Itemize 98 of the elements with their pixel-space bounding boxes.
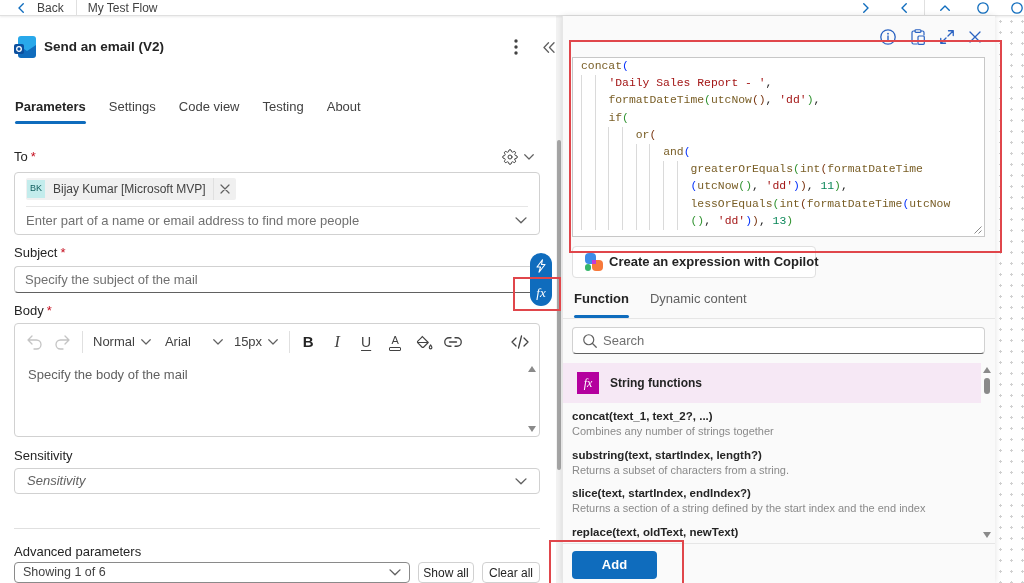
font-dropdown[interactable]: Arial [164,331,223,353]
body-placeholder: Specify the body of the mail [28,367,188,383]
required-mark: * [30,148,36,166]
lightning-icon[interactable] [536,259,546,273]
field-label: Sensitivity [14,447,73,465]
code-line: (), 'dd')), 13) [690,213,794,229]
body-editor[interactable]: Normal Arial 15px B I U A Specify the body of the mail [14,323,540,437]
code-line: or( [635,127,657,143]
more-options-icon[interactable] [514,39,518,55]
underline-button[interactable]: U [354,331,379,353]
panel-title: Send an email (V2) [44,37,165,56]
chevron-down-icon[interactable] [515,217,527,224]
code-line: and( [663,144,691,160]
fx-icon: fx [577,372,599,394]
expression-editor[interactable]: concat( 'Daily Sales Report - ', formatDateTime(utcNow(), 'dd'), if( or( and( greaterOrEquals(int(formatDateTime (utcNow(), 'dd')), 11), lessOrEquals(int(formatDateTime(utcNow (), 'dd')), 13) [572,57,985,237]
chevron-up-icon[interactable] [940,4,950,11]
chevron-down-icon[interactable] [140,339,151,345]
code-line: (utcNow(), 'dd')), 11), [690,179,848,195]
code-line: formatDateTime(utcNow(), 'dd'), [608,93,821,109]
field-label: Advanced parameters [14,544,142,560]
recipient-name: Bijay Kumar [Microsoft MVP] [53,181,206,198]
avatar: BK [27,180,45,198]
paint-bucket-icon[interactable] [415,334,433,350]
clear-all-button[interactable]: Clear all [482,562,540,583]
search-icon [583,333,597,348]
scrollbar-thumb[interactable] [984,378,990,394]
circle-icon[interactable] [1011,1,1023,14]
field-label: To [14,148,28,166]
add-button[interactable]: Add [572,551,657,579]
function-description: Returns a section of a string defined by the start index and the end index [572,501,926,516]
collapse-icon[interactable] [543,41,555,53]
category-header[interactable]: fx String functions [563,363,981,403]
envelope-icon [14,36,36,58]
code-line: lessOrEquals(int(formatDateTime(utcNow [690,196,951,212]
code-icon[interactable] [511,335,529,349]
tab[interactable]: Parameters [15,94,86,124]
code-line: greaterOrEquals(int(formatDateTime [690,162,923,178]
scroll-down-icon[interactable] [528,426,536,432]
scroll-up-icon[interactable] [528,366,536,372]
chevron-down-icon[interactable] [212,339,223,345]
parameters-dropdown[interactable]: Showing 1 of 6 [14,562,410,583]
swirl-icon [585,253,603,271]
sensitivity-dropdown[interactable]: Sensitivity [14,468,540,494]
circle-icon[interactable] [977,1,989,14]
chevron-down-icon [515,477,527,485]
tab[interactable]: Testing [262,94,304,124]
size-dropdown[interactable]: 15px [233,331,279,353]
resize-handle-icon[interactable] [974,226,982,234]
italic-button[interactable]: I [325,331,350,353]
close-icon[interactable] [219,184,230,194]
chevron-left-icon[interactable] [901,2,907,13]
font-color-button[interactable]: A [383,331,408,353]
search-input[interactable]: Search [603,330,974,351]
chevron-down-icon [389,569,401,576]
function-description: Combines any number of strings together [572,424,774,438]
field-label: Body [14,302,44,320]
recipient-field[interactable]: BK Bijay Kumar [Microsoft MVP] Enter part of a name or email address to find more people [14,172,540,235]
chevron-right-icon[interactable] [863,2,869,13]
scroll-down-icon[interactable] [983,532,991,538]
function-signature[interactable]: slice(text, startIndex, endIndex?) [572,486,751,502]
close-icon[interactable] [969,31,981,43]
expression-button[interactable]: fx [530,279,552,306]
function-signature[interactable]: substring(text, startIndex, length?) [572,447,762,463]
back-button[interactable]: Back [18,0,64,15]
settings-icon[interactable] [502,149,518,165]
required-mark: * [46,302,52,320]
required-mark: * [60,244,66,262]
function-signature[interactable]: replace(text, oldText, newText) [572,525,739,541]
search-field[interactable]: Search [572,327,985,354]
style-dropdown[interactable]: Normal [93,331,151,353]
flow-name: My Test Flow [87,0,158,15]
tab[interactable]: Function [574,288,629,318]
chevron-down-icon[interactable] [268,339,279,345]
subject-input[interactable]: Specify the subject of the mail [14,266,530,293]
code-line: concat( [581,59,629,74]
link-icon[interactable] [444,337,463,347]
expand-icon[interactable] [940,30,954,44]
bold-button[interactable]: B [296,331,321,353]
scrollbar-thumb[interactable] [557,140,561,470]
chevron-left-icon [18,2,24,13]
tab[interactable]: Code view [178,94,240,124]
tab[interactable]: About [326,94,361,124]
clipboard-icon[interactable] [911,29,925,45]
people-input[interactable]: Enter part of a name or email address to find more people [26,210,509,231]
show-all-button[interactable]: Show all [418,562,474,583]
code-line: 'Daily Sales Report - ', [608,76,773,92]
chevron-down-icon[interactable] [524,154,534,160]
function-description: Returns a subset of characters from a string. [572,462,790,477]
category-title: String functions [610,375,702,392]
info-icon[interactable] [880,29,896,45]
tab[interactable]: Dynamic content [649,288,747,318]
recipient-chip[interactable]: BK Bijay Kumar [Microsoft MVP] [26,178,236,200]
code-line: if( [608,110,629,126]
field-label: Subject [14,244,58,262]
dynamic-content-button[interactable] [530,253,552,279]
tab[interactable]: Settings [108,94,156,124]
function-signature[interactable]: concat(text_1, text_2?, ...) [572,409,713,424]
scroll-up-icon[interactable] [983,367,991,373]
